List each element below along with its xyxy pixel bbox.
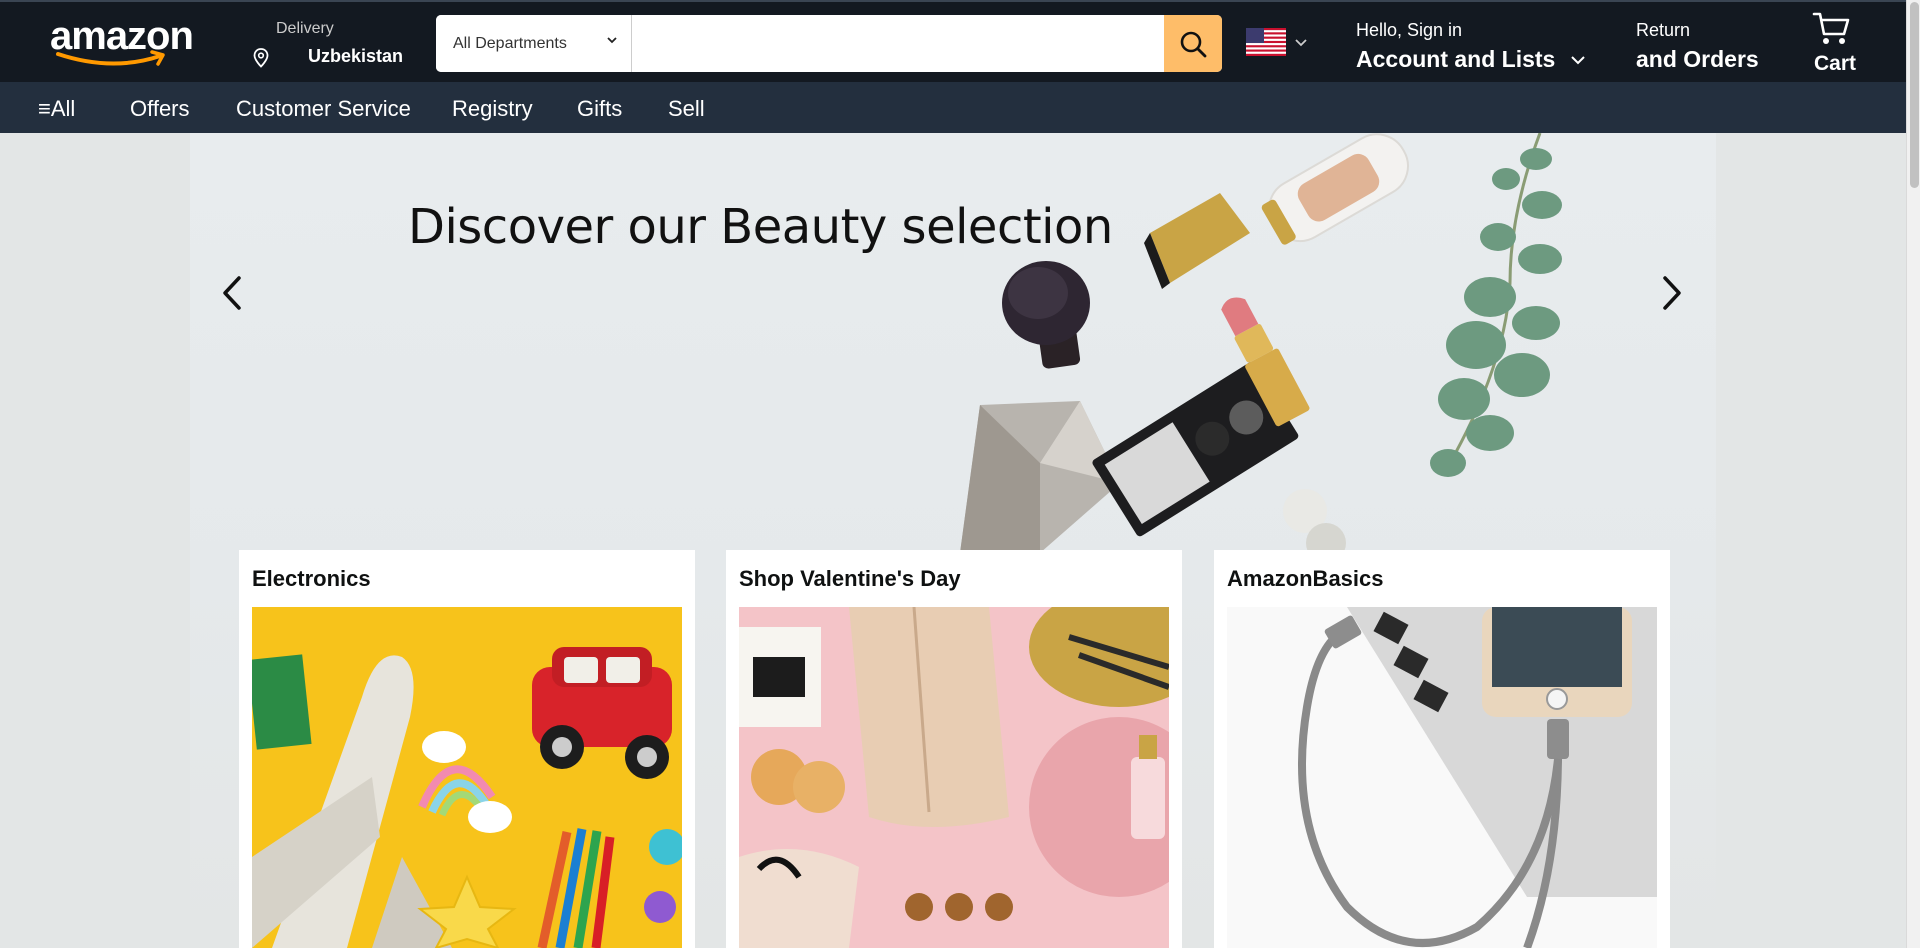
category-card-valentines: Shop Valentine's Day — [726, 550, 1182, 948]
us-flag-icon — [1246, 28, 1286, 56]
category-card-amazonbasics: AmazonBasics — [1214, 550, 1670, 948]
cart-button[interactable]: Cart — [1808, 8, 1872, 78]
nav-item-registry[interactable]: Registry — [452, 96, 533, 122]
carousel-next-button[interactable] — [1652, 263, 1692, 323]
language-selector[interactable] — [1246, 26, 1316, 60]
search-icon — [1180, 31, 1207, 57]
search-button[interactable] — [1164, 15, 1222, 72]
carousel-prev-button[interactable] — [212, 263, 252, 323]
chevron-down-icon — [1295, 39, 1307, 47]
department-select[interactable]: All Departments — [436, 15, 632, 72]
delivery-label: Delivery — [276, 20, 334, 37]
nav-item-sell[interactable]: Sell — [668, 96, 705, 122]
nav-bar: ≡All Offers Customer Service Registry Gi… — [0, 82, 1906, 133]
account-greeting: Hello, Sign in — [1356, 20, 1463, 40]
nav-item-gifts[interactable]: Gifts — [577, 96, 622, 122]
search-bar: All Departments — [436, 15, 1222, 72]
amazon-logo[interactable]: amazon — [48, 14, 198, 68]
nav-item-offers[interactable]: Offers — [130, 96, 190, 122]
electronics-image[interactable] — [252, 607, 682, 948]
category-card-electronics: Electronics — [239, 550, 695, 948]
orders-line1: Return — [1636, 20, 1691, 40]
nav-item-all[interactable]: ≡All — [38, 96, 75, 122]
account-title: Account and Lists — [1356, 46, 1556, 72]
account-menu[interactable]: Hello, Sign in Account and Lists — [1354, 16, 1604, 72]
cart-icon — [1812, 12, 1850, 44]
card-title[interactable]: AmazonBasics — [1227, 566, 1384, 592]
orders-line2: and Orders — [1636, 46, 1759, 72]
chevron-down-icon — [607, 37, 617, 44]
beauty-products-image — [960, 133, 1562, 553]
delivery-location[interactable]: Delivery Uzbekistan — [246, 16, 416, 72]
search-input[interactable] — [632, 15, 1164, 72]
nav-item-customer-service[interactable]: Customer Service — [236, 96, 411, 122]
page-scrollbar[interactable] — [1906, 0, 1920, 948]
chevron-left-icon — [223, 276, 241, 310]
department-label: All Departments — [453, 35, 567, 52]
chevron-right-icon — [1663, 276, 1681, 310]
location-pin-icon — [253, 48, 269, 68]
card-title[interactable]: Electronics — [252, 566, 371, 592]
scrollbar-thumb[interactable] — [1910, 2, 1919, 188]
amazonbasics-image[interactable] — [1227, 607, 1657, 948]
logo-smile-icon — [56, 50, 165, 66]
returns-orders-link[interactable]: Return and Orders — [1634, 16, 1784, 72]
chevron-down-icon — [1571, 56, 1585, 65]
top-header: amazon Delivery Uzbekistan All Departmen… — [0, 0, 1906, 82]
delivery-country: Uzbekistan — [308, 46, 404, 66]
valentines-image[interactable] — [739, 607, 1169, 948]
card-title[interactable]: Shop Valentine's Day — [739, 566, 961, 592]
cart-label: Cart — [1814, 52, 1857, 75]
